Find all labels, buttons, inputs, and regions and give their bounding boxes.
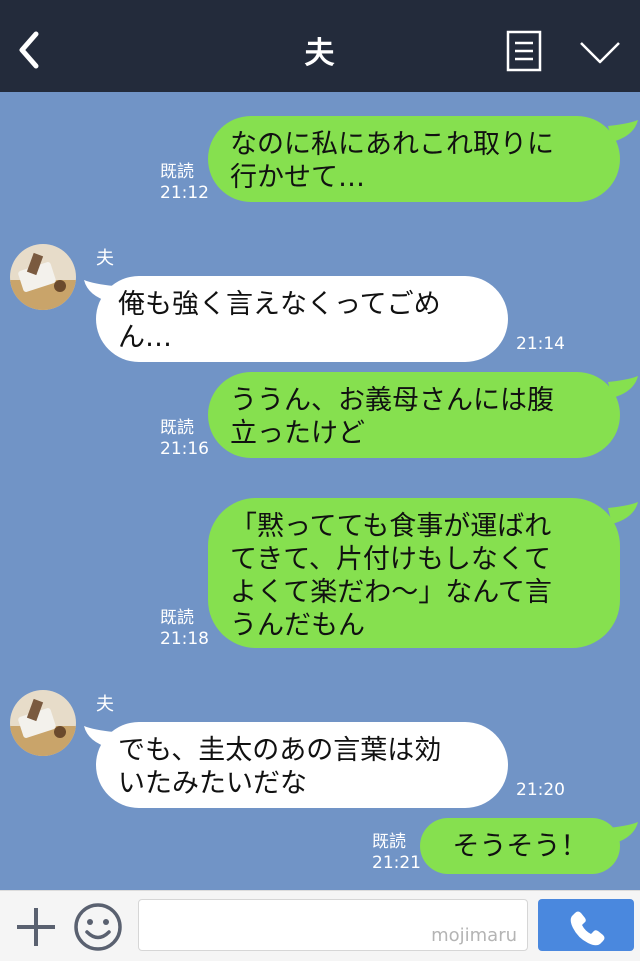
plus-icon [17, 908, 55, 946]
avatar-photo [10, 690, 76, 756]
bubble-tail [608, 120, 638, 142]
chat-area[interactable]: 既読 21:12 なのに私にあれこれ取りに 行かせて… 夫 俺も強く言えなくって… [0, 92, 640, 890]
bubble-tail [608, 502, 638, 524]
message-time: 21:21 [372, 853, 421, 873]
sender-name: 夫 [96, 694, 114, 715]
emoji-button[interactable] [72, 901, 124, 953]
message-input[interactable]: mojimaru [138, 899, 528, 951]
message-bubble-sent[interactable]: そうそう！ [420, 818, 620, 874]
message-meta: 既読 21:21 [372, 832, 421, 874]
emoji-smile-icon [74, 903, 122, 951]
message-bubble-sent[interactable]: なのに私にあれこれ取りに 行かせて… [208, 116, 620, 202]
bubble-tail [608, 822, 638, 844]
message-time: 21:14 [516, 334, 565, 354]
chevron-down-icon [580, 42, 620, 64]
call-button[interactable] [538, 899, 634, 951]
message-meta: 既読 21:12 [160, 162, 209, 204]
bubble-tail [608, 376, 638, 398]
input-bar: mojimaru [0, 890, 640, 961]
avatar[interactable] [10, 690, 76, 756]
chat-title: 夫 [304, 36, 336, 71]
read-receipt: 既読 [160, 608, 194, 628]
read-receipt: 既読 [160, 418, 194, 438]
collapse-button[interactable] [578, 38, 622, 66]
message-bubble-sent[interactable]: ううん、お義母さんには腹 立ったけど [208, 372, 620, 458]
message-time: 21:12 [160, 183, 209, 203]
read-receipt: 既読 [160, 162, 194, 182]
chat-header: 夫 [0, 0, 640, 92]
message-meta: 既読 21:18 [160, 608, 209, 650]
message-bubble-received[interactable]: 俺も強く言えなくってごめ ん… [96, 276, 508, 362]
sender-name: 夫 [96, 248, 114, 269]
message-bubble-received[interactable]: でも、圭太のあの言葉は効 いたみたいだな [96, 722, 508, 808]
message-bubble-sent[interactable]: 「黙ってても食事が運ばれ てきて、片付けもしなくて よくて楽だわ〜」なんて言 う… [208, 498, 620, 648]
phone-icon [570, 911, 605, 946]
watermark: mojimaru [431, 925, 517, 946]
message-time: 21:20 [516, 780, 565, 800]
message-time: 21:18 [160, 629, 209, 649]
read-receipt: 既読 [372, 832, 406, 852]
message-time: 21:16 [160, 439, 209, 459]
avatar[interactable] [10, 244, 76, 310]
menu-list-icon [506, 30, 542, 72]
message-meta: 既読 21:16 [160, 418, 209, 460]
menu-button[interactable] [506, 30, 542, 72]
avatar-photo [10, 244, 76, 310]
plus-button[interactable] [14, 905, 58, 949]
